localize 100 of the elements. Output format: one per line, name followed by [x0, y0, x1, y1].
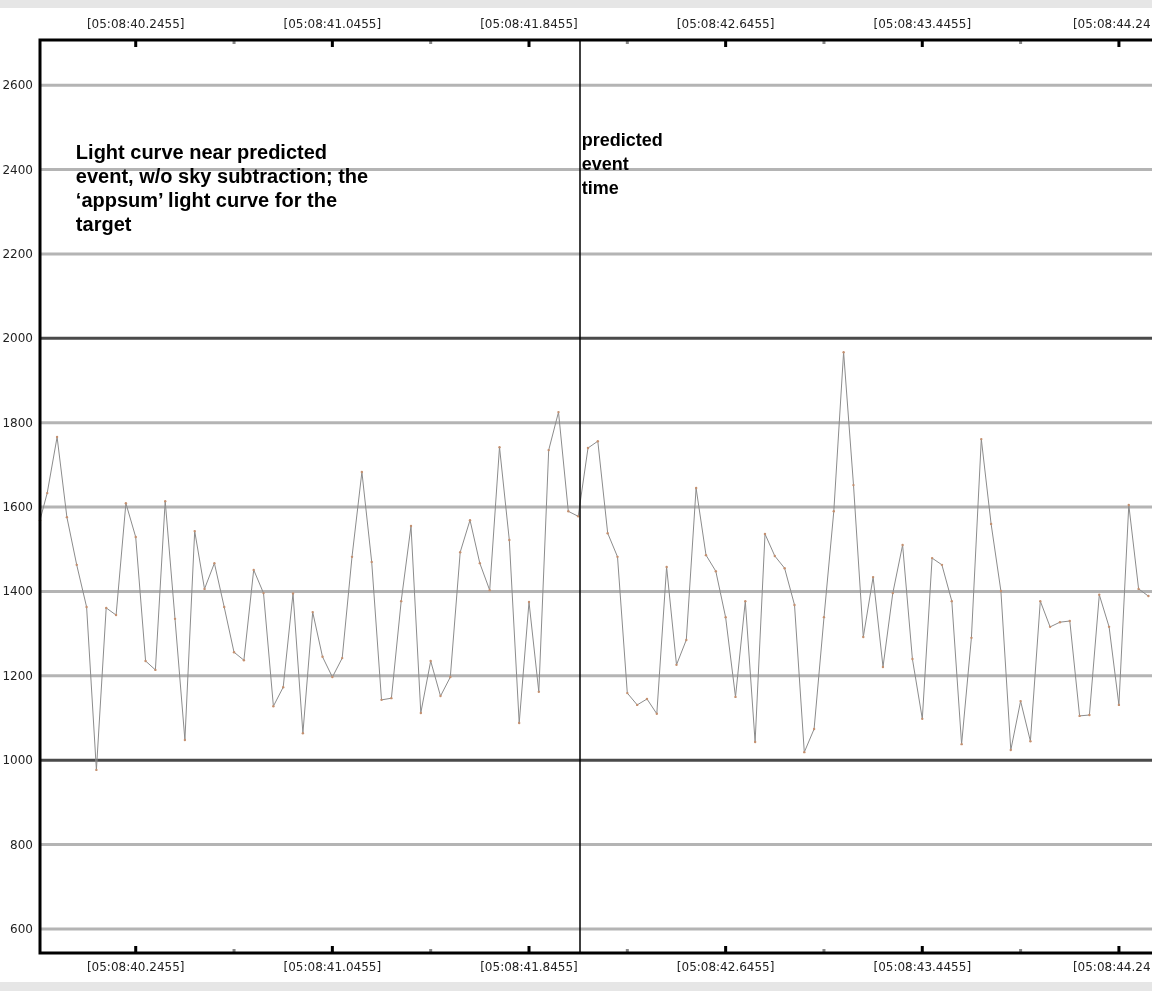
minor-tick-mark	[232, 40, 236, 44]
minor-tick-mark	[429, 40, 433, 44]
x-tick-label: [05:08:42.6455]	[676, 17, 775, 31]
x-tick-label: [05:08:43.4455]	[873, 17, 972, 31]
data-point	[547, 448, 550, 452]
data-point	[960, 742, 963, 746]
data-point	[1147, 594, 1150, 598]
data-point	[557, 410, 560, 414]
data-point	[1019, 699, 1022, 703]
data-point	[105, 606, 108, 610]
x-tick-label: [05:08:40.2455]	[86, 17, 185, 31]
data-point	[350, 555, 354, 559]
data-point	[881, 665, 885, 669]
data-point	[193, 529, 196, 533]
annotation-text: Light curve near predicted event, w/o sky subtraction; the ‘appsum’ light curve for the target	[75, 140, 370, 236]
data-point	[1009, 748, 1012, 752]
data-point	[1039, 599, 1042, 603]
data-point	[537, 690, 541, 694]
data-point	[183, 738, 187, 742]
data-point	[144, 659, 147, 663]
data-point	[154, 668, 157, 672]
data-point	[1068, 619, 1071, 623]
data-point	[46, 491, 49, 495]
data-point	[223, 605, 226, 609]
data-point	[1029, 740, 1032, 743]
data-point	[871, 575, 875, 579]
y-tick-label: 1200	[2, 668, 33, 683]
data-point	[75, 563, 78, 567]
data-point	[291, 592, 295, 595]
data-point	[203, 587, 206, 591]
data-point	[370, 560, 373, 564]
y-tick-label: 2600	[2, 78, 33, 93]
data-point	[930, 556, 934, 560]
x-tick-label: [05:08:41.0455]	[283, 960, 382, 974]
data-point	[1098, 593, 1101, 596]
y-tick-label: 1400	[2, 584, 33, 599]
data-point	[616, 555, 619, 559]
data-point	[822, 615, 826, 619]
data-point	[409, 524, 413, 528]
data-point	[173, 617, 177, 621]
data-point	[812, 727, 816, 731]
x-tick-label: [05:08:41.8455]	[480, 17, 578, 31]
data-point	[635, 703, 639, 707]
annotation-text: predicted event time	[581, 129, 663, 201]
data-point	[665, 565, 668, 569]
y-tick-label: 2400	[2, 162, 33, 177]
data-point	[213, 561, 216, 565]
x-tick-label: [05:08:43.4455]	[873, 960, 972, 974]
y-tick-label: 2200	[2, 246, 33, 261]
data-point	[242, 659, 246, 662]
data-point	[645, 697, 649, 701]
x-tick-label: [05:08:44.24	[1072, 17, 1151, 31]
data-point	[55, 435, 59, 439]
data-point	[459, 551, 462, 554]
minor-tick-mark	[1019, 40, 1023, 44]
x-tick-label: [05:08:44.24	[1072, 960, 1151, 974]
data-point	[262, 591, 265, 595]
data-point	[891, 591, 894, 595]
data-point	[999, 589, 1003, 593]
y-tick-label: 600	[10, 921, 33, 936]
data-point	[763, 532, 767, 536]
data-point	[321, 655, 324, 658]
data-point	[1127, 503, 1130, 507]
data-point	[1058, 621, 1062, 624]
data-point	[1078, 714, 1081, 718]
data-point	[282, 686, 285, 689]
data-point	[783, 567, 786, 570]
data-point	[85, 605, 88, 609]
x-tick-label: [05:08:42.6455]	[676, 960, 775, 974]
data-point	[468, 518, 472, 522]
data-point	[773, 554, 776, 558]
y-tick-label: 2000	[2, 331, 33, 346]
minor-tick-mark	[822, 40, 826, 44]
data-point	[852, 483, 855, 487]
data-point	[232, 651, 236, 654]
data-point	[567, 510, 570, 513]
data-point	[970, 636, 973, 640]
data-point	[1088, 713, 1091, 717]
x-tick-label: [05:08:40.2455]	[86, 960, 185, 974]
data-point	[114, 613, 118, 617]
data-point	[517, 721, 521, 725]
data-point	[753, 740, 757, 744]
data-point	[586, 446, 590, 450]
y-tick-label: 1600	[2, 500, 33, 515]
data-point	[301, 732, 305, 735]
data-point	[704, 553, 708, 557]
data-point	[793, 603, 796, 607]
data-point	[1107, 625, 1111, 629]
y-tick-label: 1000	[2, 753, 33, 768]
data-point	[980, 437, 983, 441]
data-point	[449, 675, 452, 679]
y-tick-label: 800	[10, 837, 33, 852]
data-point	[576, 515, 580, 518]
minor-tick-mark	[625, 949, 629, 953]
data-point	[272, 705, 275, 708]
data-point	[940, 563, 944, 567]
data-point	[1117, 703, 1121, 707]
data-point	[1048, 625, 1052, 629]
data-point	[360, 470, 364, 474]
minor-tick-mark	[232, 949, 236, 953]
